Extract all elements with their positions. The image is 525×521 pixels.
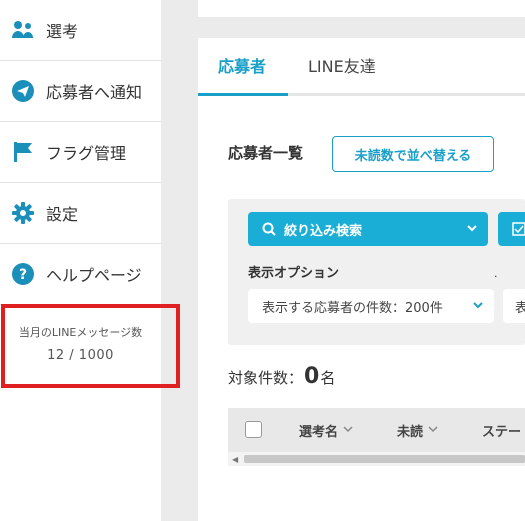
sidebar-item-label: フラグ管理: [46, 144, 127, 163]
column-unread[interactable]: 未読: [397, 421, 438, 440]
secondary-select[interactable]: 表: [503, 289, 525, 323]
column-status[interactable]: ステー: [482, 421, 521, 440]
search-icon: [262, 222, 276, 236]
help-icon: ?: [11, 262, 35, 286]
scrollbar-thumb[interactable]: [244, 455, 525, 463]
sidebar-item-help[interactable]: ? ヘルプページ: [0, 244, 161, 305]
tab-applicants[interactable]: 応募者: [218, 53, 266, 77]
sidebar-item-flags[interactable]: フラグ管理: [0, 122, 161, 183]
tab-bar: 応募者 LINE友達: [198, 38, 525, 96]
secondary-filter-button[interactable]: [498, 212, 525, 246]
column-label: 選考名: [299, 425, 339, 440]
page-title: 応募者一覧: [228, 144, 304, 162]
applicant-count-select[interactable]: 表示する応募者の件数：200件: [248, 289, 494, 323]
result-count-prefix: 対象件数：: [228, 369, 304, 387]
highlight-box: [1, 304, 180, 388]
scroll-left-icon[interactable]: ◀: [232, 455, 238, 464]
flag-icon: [11, 140, 35, 164]
filter-panel: 絞り込み検索 表示オプション . 表示する応募者の件数：200件 表: [228, 199, 525, 345]
sidebar-item-label: 応募者へ通知: [46, 83, 143, 102]
sidebar-item-selection[interactable]: 選考: [0, 0, 161, 61]
display-options-label: 表示オプション: [248, 266, 340, 281]
tab-line-friends[interactable]: LINE友達: [308, 53, 376, 77]
sidebar-item-notify[interactable]: 応募者へ通知: [0, 61, 161, 122]
gear-icon: [11, 201, 35, 225]
top-panel: [198, 0, 525, 17]
paper-plane-icon: [11, 79, 35, 103]
filter-search-button[interactable]: 絞り込み検索: [248, 212, 488, 246]
people-icon: [11, 18, 35, 42]
horizontal-scrollbar[interactable]: ◀: [228, 452, 525, 466]
column-selection-name[interactable]: 選考名: [299, 421, 353, 440]
checkbox-icon: [512, 222, 525, 236]
sort-by-unread-button[interactable]: 未読数で並べ替える: [332, 136, 494, 172]
sidebar-item-label: ヘルプページ: [46, 266, 142, 285]
chevron-down-icon: [466, 222, 478, 238]
tab-active-indicator: [198, 93, 288, 96]
sidebar-item-label: 設定: [46, 205, 79, 224]
sidebar-item-label: 選考: [46, 22, 79, 41]
main-panel: 応募者 LINE友達 応募者一覧 未読数で並べ替える 絞り込み検索 表示オプショ…: [198, 38, 525, 521]
table-header: 選考名 未読 ステー: [228, 408, 525, 452]
sidebar: 選考 応募者へ通知 フラグ管理 設定 ? ヘルプページ 当月のLINEメッセージ…: [0, 0, 161, 521]
applicant-count-value: 表示する応募者の件数：200件: [262, 300, 443, 316]
column-label: 未読: [397, 425, 424, 440]
select-all-checkbox[interactable]: [245, 421, 262, 438]
sidebar-item-settings[interactable]: 設定: [0, 183, 161, 244]
svg-text:?: ?: [19, 267, 27, 283]
separator-dot: .: [494, 267, 498, 280]
chevron-down-icon: [343, 423, 353, 438]
chevron-down-icon: [472, 299, 484, 315]
filter-search-label: 絞り込み検索: [284, 223, 363, 239]
result-count: 対象件数： 0 名: [228, 364, 335, 389]
chevron-down-icon: [428, 423, 438, 438]
result-count-value: 0: [304, 364, 320, 389]
result-count-suffix: 名: [320, 369, 336, 387]
